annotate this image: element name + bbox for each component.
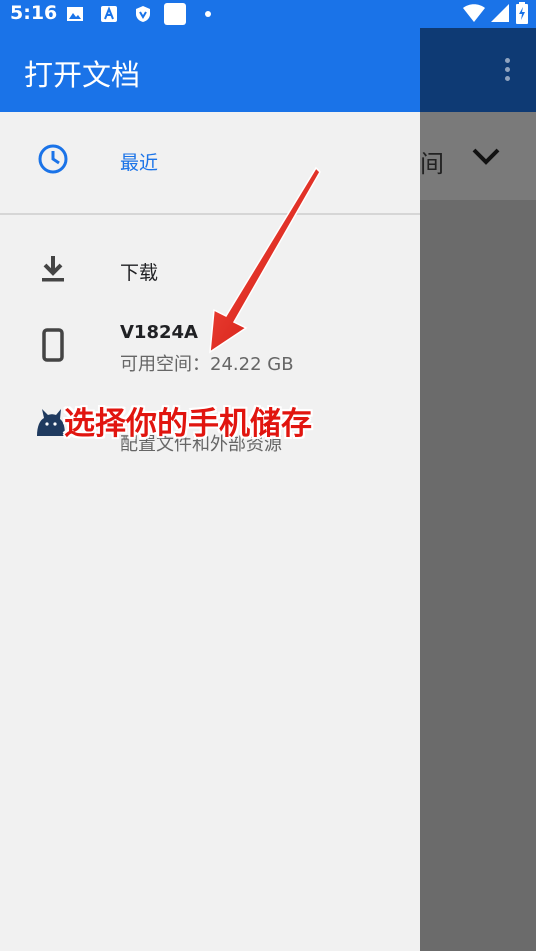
drawer-title: 打开文档 [24,58,141,92]
drawer-header: 打开文档 [0,28,420,112]
drawer-item-label: V1824A [120,322,198,343]
drawer-divider [0,213,420,215]
drawer-item-recent[interactable]: 最近 [0,112,420,212]
wifi-icon [463,4,485,22]
drawer-item-label: 最近 [120,152,159,174]
background-partial-label: 间 [420,150,444,178]
status-time: 5:16 [10,2,58,24]
chevron-down-icon [472,148,500,165]
battery-icon [516,2,528,24]
cat-icon [37,409,65,436]
app-notification-icon [101,6,117,22]
dot-icon [205,11,211,17]
drawer-item-label: 下载 [120,262,159,284]
drawer-item-downloads[interactable]: 下载 [0,232,420,304]
navigation-drawer: 打开文档 最近 下载 V1824A 可用空间：24.22 GB 配置文件和外部资… [0,0,420,951]
phone-icon [42,328,64,362]
signal-icon [491,4,509,22]
clock-icon [38,144,68,174]
image-notification-icon [67,7,83,21]
annotation-caption: 选择你的手机储存 [64,406,312,442]
drawer-item-device-storage[interactable]: V1824A 可用空间：24.22 GB [0,306,420,392]
download-icon [42,256,64,282]
app-square-icon [164,3,186,25]
more-options-icon [500,58,514,84]
status-bar: 5:16 [0,0,536,28]
vpn-notification-icon [136,6,150,22]
background-app-bar [420,28,536,112]
storage-free-space: 可用空间：24.22 GB [120,354,294,375]
